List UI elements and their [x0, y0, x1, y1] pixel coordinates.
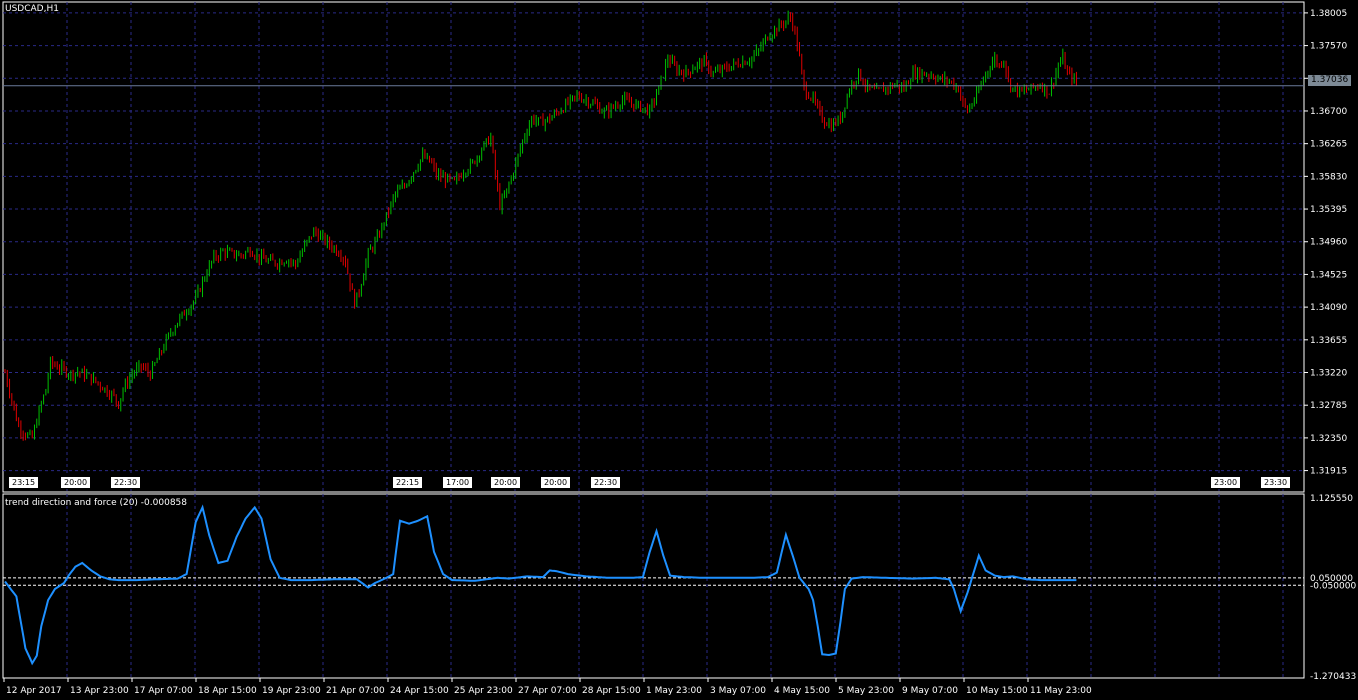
x-tick-label: 25 Apr 23:00 — [454, 686, 513, 696]
indicator-y-label: -1.270433 — [1310, 672, 1356, 682]
x-tick-label: 19 Apr 23:00 — [262, 686, 321, 696]
trading-chart[interactable]: 1.380051.375701.371351.367001.362651.358… — [0, 0, 1358, 700]
y-tick-label: 1.32785 — [1310, 401, 1347, 411]
session-marker: 22:30 — [110, 476, 142, 489]
x-tick-label: 21 Apr 07:00 — [326, 686, 385, 696]
y-tick-label: 1.37570 — [1310, 42, 1347, 52]
x-tick-label: 27 Apr 07:00 — [518, 686, 577, 696]
session-marker: 22:30 — [590, 476, 622, 489]
session-marker: 20:00 — [490, 476, 522, 489]
x-tick-label: 13 Apr 23:00 — [70, 686, 129, 696]
x-tick-label: 10 May 15:00 — [966, 686, 1028, 696]
x-tick-label: 11 May 23:00 — [1030, 686, 1092, 696]
y-tick-label: 1.33655 — [1310, 336, 1347, 346]
x-tick-label: 1 May 23:00 — [646, 686, 702, 696]
indicator-y-label: -0.050000 — [1310, 581, 1356, 591]
session-marker: 23:30 — [1260, 476, 1292, 489]
y-tick-label: 1.36700 — [1310, 107, 1347, 117]
y-tick-label: 1.36265 — [1310, 140, 1347, 150]
candles — [4, 10, 1077, 441]
session-marker: 22:15 — [392, 476, 424, 489]
session-marker: 23:00 — [1210, 476, 1242, 489]
x-tick-label: 5 May 23:00 — [838, 686, 894, 696]
indicator-pane-frame — [2, 493, 1305, 679]
indicator-title: trend direction and force (20) -0.000858 — [5, 498, 187, 508]
y-tick-label: 1.33220 — [1310, 369, 1347, 379]
x-tick-label: 3 May 07:00 — [710, 686, 766, 696]
session-marker: 23:15 — [8, 476, 40, 489]
x-tick-label: 28 Apr 15:00 — [582, 686, 641, 696]
x-tick-label: 4 May 15:00 — [774, 686, 830, 696]
y-tick-label: 1.34090 — [1310, 303, 1347, 313]
session-marker: 17:00 — [442, 476, 474, 489]
y-tick-label: 1.34960 — [1310, 238, 1347, 248]
y-tick-label: 1.31915 — [1310, 467, 1347, 477]
y-tick-label: 1.35830 — [1310, 172, 1347, 182]
session-marker: 20:00 — [60, 476, 92, 489]
x-tick-label: 17 Apr 07:00 — [134, 686, 193, 696]
current-price-tag: 1.37036 — [1308, 75, 1352, 86]
y-tick-label: 1.35395 — [1310, 205, 1347, 215]
x-tick-label: 12 Apr 2017 — [6, 686, 62, 696]
y-tick-label: 1.34525 — [1310, 270, 1347, 280]
x-tick-label: 9 May 07:00 — [902, 686, 958, 696]
y-tick-label: 1.38005 — [1310, 9, 1347, 19]
main-pane-frame — [2, 1, 1305, 493]
symbol-title: USDCAD,H1 — [5, 4, 59, 14]
x-tick-label: 24 Apr 15:00 — [390, 686, 449, 696]
x-tick-label: 18 Apr 15:00 — [198, 686, 257, 696]
indicator-y-label: 1.125550 — [1310, 494, 1353, 504]
y-tick-label: 1.32350 — [1310, 434, 1347, 444]
session-marker: 20:00 — [540, 476, 572, 489]
